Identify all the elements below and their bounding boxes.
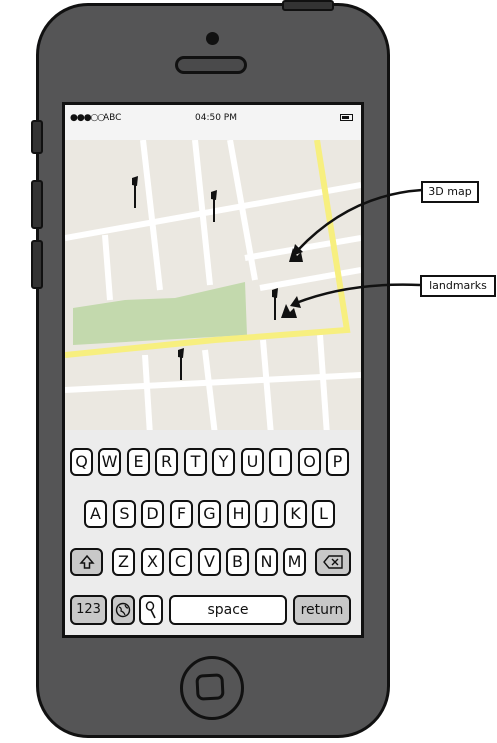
key-g[interactable]: G [198,500,221,528]
key-x[interactable]: X [141,548,164,576]
key-q[interactable]: Q [70,448,93,476]
key-o[interactable]: O [298,448,321,476]
key-b[interactable]: B [226,548,249,576]
key-f[interactable]: F [170,500,193,528]
front-camera [206,32,219,45]
status-bar: ●●●○○ ABC 04:50 PM [65,105,361,129]
key-e[interactable]: E [127,448,150,476]
key-p[interactable]: P [326,448,349,476]
key-j[interactable]: J [255,500,278,528]
space-key[interactable]: space [169,595,287,625]
key-z[interactable]: Z [112,548,135,576]
battery-icon [340,114,353,121]
key-w[interactable]: W [98,448,121,476]
key-n[interactable]: N [255,548,278,576]
volume-up-button [31,180,43,229]
earpiece-speaker [175,56,247,74]
key-l[interactable]: L [312,500,335,528]
keyboard: Q W E R T Y U I O P A S D F G H J K L Z … [65,430,361,635]
phone-screen: ●●●○○ ABC 04:50 PM Q W E R T Y U I O P A… [62,102,364,638]
backspace-icon [323,555,343,569]
key-v[interactable]: V [198,548,221,576]
key-r[interactable]: R [155,448,178,476]
key-a[interactable]: A [84,500,107,528]
microphone-icon [145,601,156,619]
status-time: 04:50 PM [195,113,237,123]
key-s[interactable]: S [113,500,136,528]
map-view[interactable] [65,140,361,435]
key-i[interactable]: I [269,448,292,476]
signal-strength: ●●●○○ [70,113,105,123]
key-y[interactable]: Y [212,448,235,476]
key-d[interactable]: D [141,500,164,528]
globe-icon [115,602,131,618]
key-u[interactable]: U [241,448,264,476]
globe-key[interactable] [111,595,135,625]
key-t[interactable]: T [184,448,207,476]
key-h[interactable]: H [227,500,250,528]
callout-3d-map: 3D map [421,181,479,203]
shift-arrow-icon [78,554,95,569]
volume-down-button [31,240,43,289]
key-m[interactable]: M [283,548,306,576]
mic-key[interactable] [139,595,163,625]
carrier-name: ABC [103,113,122,123]
key-c[interactable]: C [169,548,192,576]
backspace-key[interactable] [315,548,351,576]
home-button-icon [195,673,225,701]
shift-key[interactable] [70,548,103,576]
numbers-key[interactable]: 123 [70,595,107,625]
power-button [282,0,334,11]
callout-landmarks: landmarks [420,275,496,297]
silent-switch [31,120,43,154]
key-k[interactable]: K [284,500,307,528]
return-key[interactable]: return [293,595,351,625]
